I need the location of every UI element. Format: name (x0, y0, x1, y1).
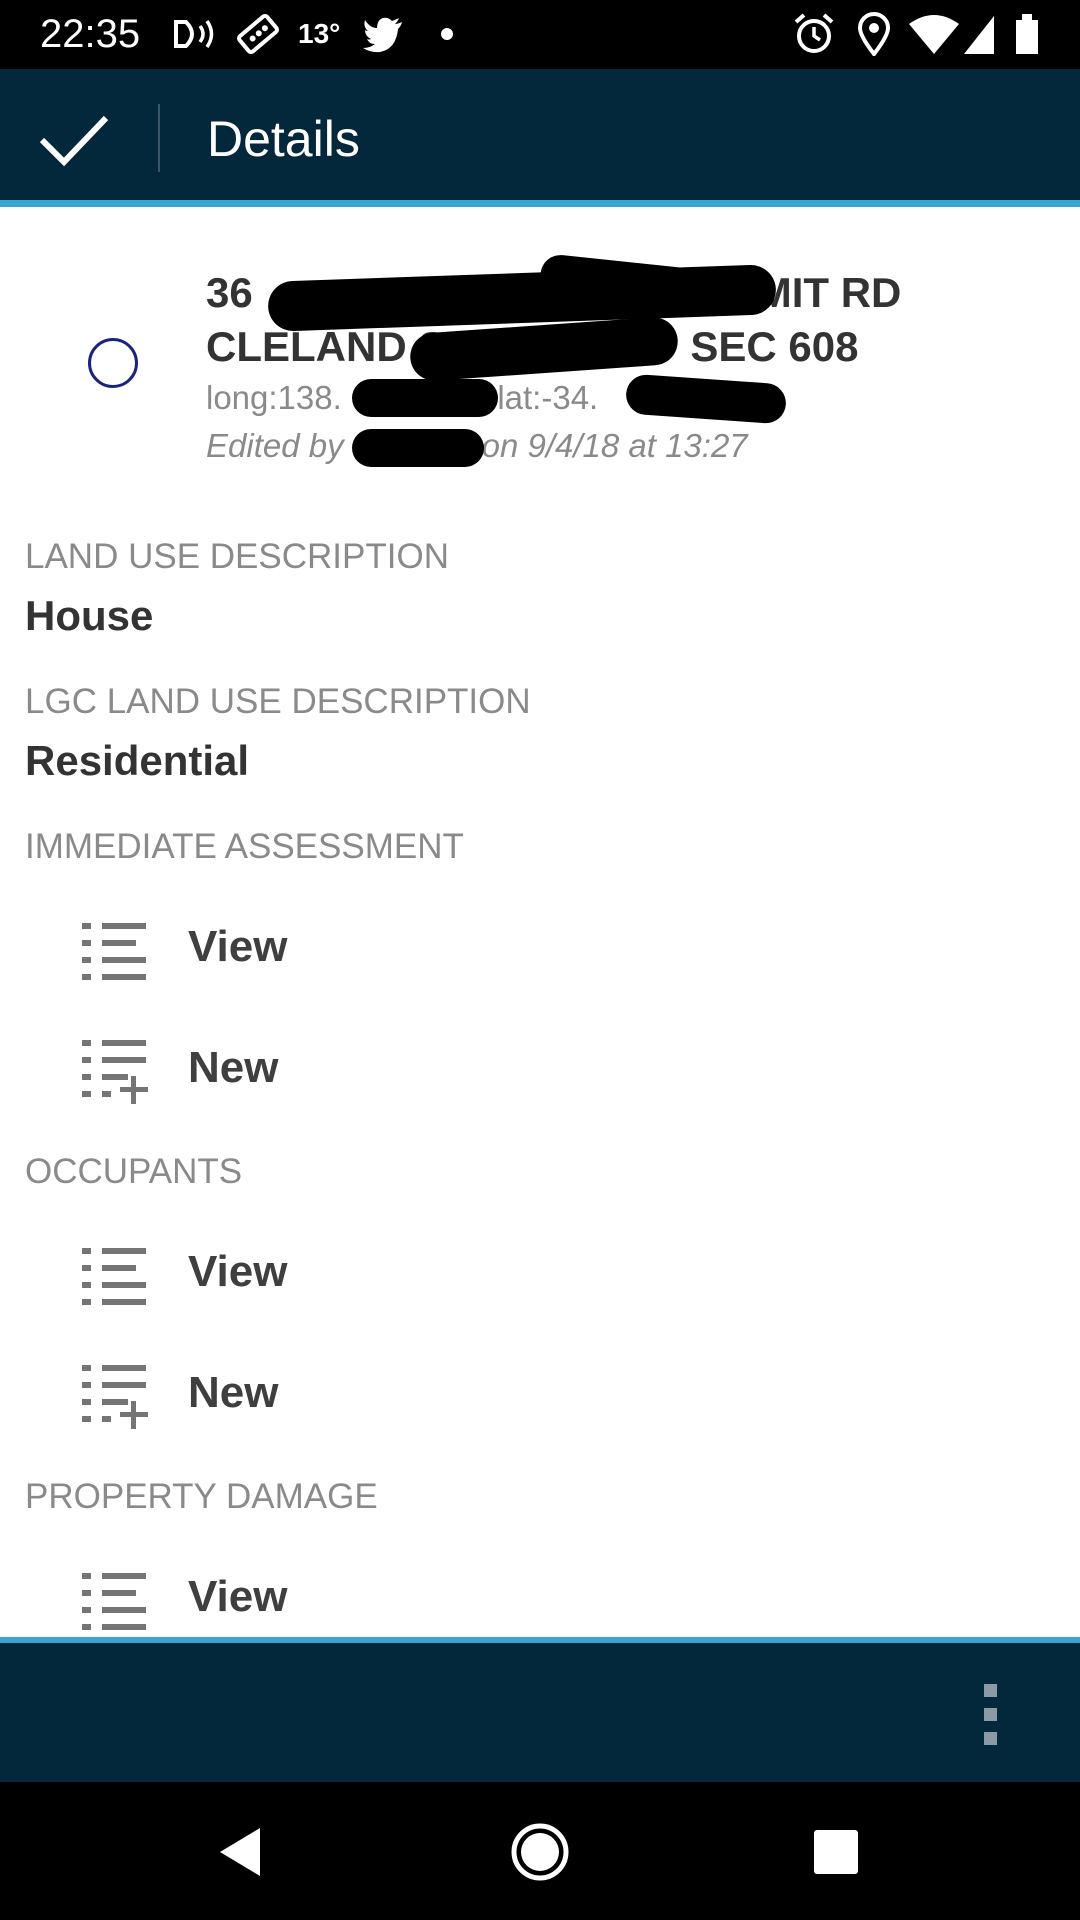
list-icon (82, 1248, 146, 1305)
address-line-2-end: SEC 608 (690, 323, 859, 370)
field-value: House (25, 592, 154, 639)
app-bar-divider (158, 104, 160, 172)
app-bar (0, 69, 1080, 200)
wifi-icon (909, 15, 959, 54)
list-icon (82, 923, 146, 980)
location-icon (857, 12, 891, 56)
section-header: IMMEDIATE ASSESSMENT (25, 827, 464, 866)
occupants-new-button[interactable]: New (0, 1339, 1080, 1449)
alarm-icon (794, 13, 834, 53)
action-label: View (188, 922, 288, 971)
bottom-bar (0, 1643, 1080, 1782)
section-header: PROPERTY DAMAGE (25, 1477, 378, 1516)
action-label: View (188, 1572, 288, 1621)
action-label: View (188, 1247, 288, 1296)
overflow-menu-button[interactable] (970, 1680, 1010, 1750)
redaction-mark (624, 373, 788, 425)
recents-icon (814, 1830, 858, 1874)
section-header: OCCUPANTS (25, 1152, 243, 1191)
edited-prefix: Edited by (206, 427, 344, 464)
twitter-icon (363, 17, 402, 53)
signal-icon (964, 16, 994, 54)
field-label: LGC LAND USE DESCRIPTION (25, 682, 531, 721)
latitude-label: lat:-34. (497, 379, 599, 416)
tag-icon (237, 13, 279, 55)
recents-button[interactable] (796, 1812, 876, 1892)
status-bar: 22:35 13° (0, 0, 1080, 69)
status-time: 22:35 (40, 12, 141, 56)
edited-suffix: on 9/4/18 at 13:27 (481, 427, 748, 464)
home-icon (511, 1823, 569, 1881)
address-line-1-end: MIT RD (756, 269, 902, 316)
occupants-view-button[interactable]: View (0, 1218, 1080, 1328)
list-add-icon (82, 1040, 148, 1104)
address-line-1-start: 36 (206, 269, 253, 316)
details-content: 36MIT RD CLELAND SSEC 608 long:138.5 lat… (0, 207, 1080, 1637)
page-title: Details (207, 111, 360, 167)
select-radio[interactable] (88, 338, 138, 388)
immediate-assessment-view-button[interactable]: View (0, 893, 1080, 1003)
field-value: Residential (25, 737, 250, 784)
action-label: New (188, 1368, 279, 1417)
redaction-mark (352, 379, 498, 417)
check-icon (39, 115, 109, 167)
app-bar-accent (0, 200, 1080, 207)
field-label: LAND USE DESCRIPTION (25, 537, 449, 576)
done-button[interactable] (30, 100, 120, 180)
dot-icon (441, 28, 453, 40)
immediate-assessment-new-button[interactable]: New (0, 1014, 1080, 1124)
status-temperature: 13° (298, 18, 341, 49)
battery-icon (1016, 14, 1038, 54)
property-damage-view-button[interactable]: View (0, 1543, 1080, 1637)
back-button[interactable] (200, 1812, 280, 1892)
more-vert-icon (984, 1684, 997, 1745)
list-add-icon (82, 1365, 148, 1429)
redaction-mark (352, 429, 484, 467)
longitude-label: long:138. (206, 379, 342, 416)
list-icon (82, 1573, 146, 1630)
home-button[interactable] (500, 1812, 580, 1892)
back-icon (220, 1828, 260, 1876)
cast-icon (174, 20, 214, 48)
action-label: New (188, 1043, 279, 1092)
